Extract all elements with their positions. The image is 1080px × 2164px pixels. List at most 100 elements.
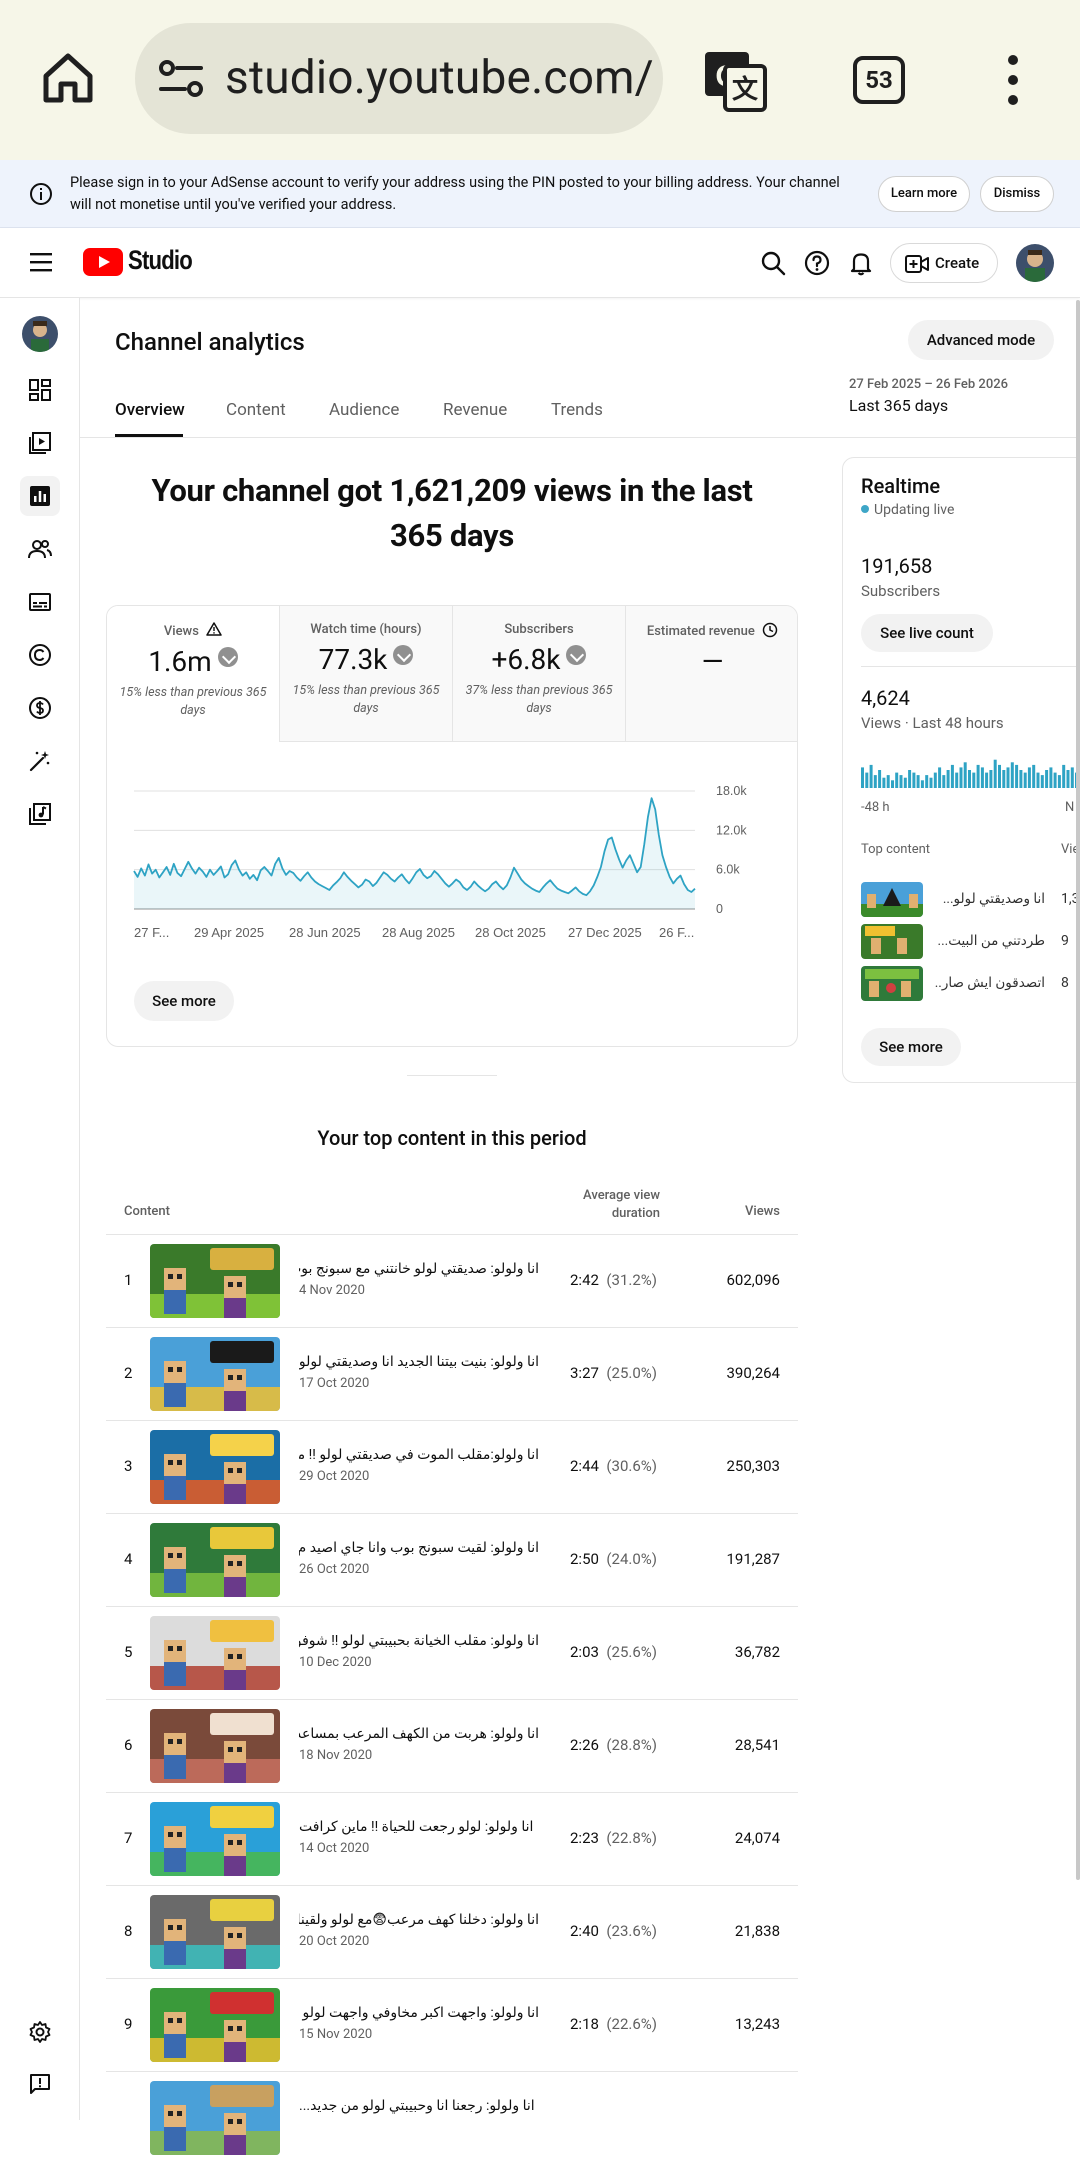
nav-feedback[interactable]	[20, 2064, 60, 2104]
translate-icon[interactable]: G 文	[703, 48, 767, 112]
row-views: 36,782	[734, 1643, 780, 1661]
realtime-bar	[942, 775, 946, 788]
video-thumbnail[interactable]	[150, 1430, 280, 1504]
column-header-content[interactable]: Content	[124, 1204, 170, 1219]
metric-subscribers[interactable]: Subscribers +6.8k 37% less than previous…	[453, 606, 626, 742]
advanced-mode-button[interactable]: Advanced mode	[908, 320, 1054, 360]
realtime-title: Realtime	[861, 474, 941, 498]
video-thumbnail[interactable]	[150, 1523, 280, 1597]
site-settings-icon[interactable]	[157, 58, 205, 100]
video-title[interactable]: انا ولولو: مقلب الخيانة بحبيبتي لولو !! …	[299, 1633, 539, 1649]
nav-earn[interactable]	[20, 688, 60, 728]
nav-analytics[interactable]	[20, 476, 60, 516]
channel-avatar[interactable]	[22, 316, 58, 352]
more-vert-icon[interactable]	[998, 52, 1028, 108]
table-row[interactable]: 2 انا ولولو: بنيت بيتنا الجديد انا وصديقت…	[106, 1327, 798, 1420]
nav-settings[interactable]	[20, 2012, 60, 2052]
realtime-bar	[903, 777, 907, 788]
video-title[interactable]: انا ولولو: لقيت سبونج بوب وانا جاي اصيد …	[299, 1540, 539, 1556]
video-thumbnail[interactable]	[150, 1244, 280, 1318]
nav-dashboard[interactable]	[20, 370, 60, 410]
notifications-bell-icon[interactable]	[848, 250, 874, 276]
realtime-bar	[998, 764, 1001, 788]
realtime-bar	[878, 770, 882, 788]
url-text[interactable]: studio.youtube.com/	[225, 51, 654, 105]
video-thumbnail[interactable]	[150, 1616, 280, 1690]
metric-watch-time[interactable]: Watch time (hours) 77.3k 15% less than p…	[280, 606, 453, 742]
menu-icon[interactable]	[30, 252, 52, 272]
tab-audience[interactable]: Audience	[329, 400, 399, 420]
table-row[interactable]: 4 انا ولولو: لقيت سبونج بوب وانا جاي اصيد…	[106, 1513, 798, 1606]
metric-comparison: 15% less than previous 365 days	[292, 683, 440, 716]
see-live-count-button[interactable]: See live count	[861, 614, 993, 652]
page-scrollbar[interactable]	[1076, 300, 1080, 1880]
column-header-views[interactable]: Views	[700, 1204, 780, 1219]
realtime-top-item[interactable]: طردتني من البيت... 9	[861, 924, 1080, 960]
nav-customization[interactable]	[20, 741, 60, 781]
video-thumbnail[interactable]	[150, 1895, 280, 1969]
table-row[interactable]: 7 انا ولولو: لولو رجعت للحياة !! ماين كرا…	[106, 1792, 798, 1885]
avg-duration: 2:40	[570, 1922, 599, 1940]
row-views: 21,838	[734, 1922, 780, 1940]
video-thumbnail[interactable]	[150, 2081, 280, 2155]
table-row[interactable]: انا ولولو: رجعنا انا وحبيبتي لولو من جدي…	[106, 2071, 798, 2164]
table-row[interactable]: 8 انا ولولو: دخلنا كهف مرعب😨مع لولو ولقين…	[106, 1885, 798, 1978]
video-title[interactable]: انا ولولو: بنيت بيتنا الجديد انا وصديقتي…	[299, 1354, 539, 1370]
views-line-chart[interactable]: 18.0k 12.0k 6.0k 0 27 F... 29 Apr 2025 28 Jun …	[107, 771, 798, 971]
realtime-top-item[interactable]: انا وصديقتي لولو... 1,3	[861, 882, 1080, 918]
realtime-bar	[1032, 764, 1036, 788]
community-icon	[28, 540, 52, 559]
analytics-icon	[30, 486, 50, 506]
tab-switcher-button[interactable]: 53	[853, 56, 905, 104]
video-title[interactable]: انا ولولو: رجعنا انا وحبيبتي لولو من جدي…	[299, 2098, 539, 2114]
nav-audio-library[interactable]	[20, 794, 60, 834]
column-header-avg-duration[interactable]: Average view duration	[560, 1187, 660, 1223]
table-row[interactable]: 9 انا ولولو: واجهت اكبر مخاوفي واجهت لولو…	[106, 1978, 798, 2071]
realtime-see-more-button[interactable]: See more	[861, 1028, 961, 1066]
tab-overview[interactable]: Overview	[115, 400, 185, 420]
nav-subtitles[interactable]	[20, 582, 60, 622]
tab-revenue[interactable]: Revenue	[443, 400, 507, 420]
account-avatar[interactable]	[1016, 244, 1054, 282]
realtime-bar-chart[interactable]	[861, 750, 1080, 790]
nav-content[interactable]	[20, 423, 60, 463]
table-row[interactable]: 1 انا ولولو: صديقتي لولو خانتني مع سبونج …	[106, 1234, 798, 1327]
nav-community[interactable]	[20, 529, 60, 569]
search-icon[interactable]	[760, 250, 786, 276]
date-period-selector[interactable]: Last 365 days	[849, 396, 948, 415]
date-range-text[interactable]: 27 Feb 2025 – 26 Feb 2026	[849, 377, 1008, 392]
see-more-button[interactable]: See more	[134, 981, 234, 1021]
table-row[interactable]: 3 انا ولولو:مقلب الموت في صديقتي لولو !! …	[106, 1420, 798, 1513]
nav-copyright[interactable]	[20, 635, 60, 675]
video-title[interactable]: انا ولولو:مقلب الموت في صديقتي لولو !! م…	[299, 1447, 539, 1463]
video-thumbnail[interactable]	[150, 1988, 280, 2062]
video-title[interactable]: انا ولولو: دخلنا كهف مرعب😨مع لولو ولقينا…	[299, 1912, 539, 1928]
realtime-bar	[938, 767, 942, 788]
help-icon[interactable]	[804, 250, 830, 276]
video-thumbnail[interactable]	[150, 1337, 280, 1411]
metric-views[interactable]: Views 1.6m 15% less than previous 365 da…	[107, 606, 280, 742]
home-icon[interactable]	[38, 48, 98, 108]
tab-trends[interactable]: Trends	[551, 400, 603, 420]
tab-content[interactable]: Content	[226, 400, 286, 420]
video-title[interactable]: انا ولولو: واجهت اكبر مخاوفي واجهت لولو …	[299, 2005, 539, 2021]
table-row[interactable]: 6 انا ولولو: هربت من الكهف المرعب بمساعدة…	[106, 1699, 798, 1792]
realtime-top-item[interactable]: اتصدقون ايش صار... 8	[861, 966, 1080, 1002]
video-title[interactable]: انا ولولو: صديقتي لولو خانتني مع سبونج ب…	[299, 1261, 539, 1277]
table-row[interactable]: 5 انا ولولو: مقلب الخيانة بحبيبتي لولو !!…	[106, 1606, 798, 1699]
video-title[interactable]: انا ولولو: لولو رجعت للحياة !! ماين كراف…	[299, 1819, 539, 1835]
video-thumbnail[interactable]	[150, 1709, 280, 1783]
realtime-bar	[916, 775, 920, 788]
realtime-bar	[1049, 767, 1053, 788]
address-bar[interactable]: studio.youtube.com/	[135, 23, 663, 134]
video-thumbnail[interactable]	[150, 1802, 280, 1876]
dismiss-button[interactable]: Dismiss	[980, 176, 1054, 212]
create-button[interactable]: Create	[890, 243, 998, 283]
learn-more-button[interactable]: Learn more	[878, 176, 970, 212]
studio-logo-text: Studio	[128, 245, 193, 275]
metric-estimated-revenue[interactable]: Estimated revenue —	[626, 606, 797, 742]
video-title[interactable]: انا ولولو: هربت من الكهف المرعب بمساعدة …	[299, 1726, 539, 1742]
realtime-bar	[1057, 775, 1061, 788]
youtube-logo-icon[interactable]	[83, 248, 123, 276]
x-tick-label: 26 F...	[659, 925, 694, 940]
